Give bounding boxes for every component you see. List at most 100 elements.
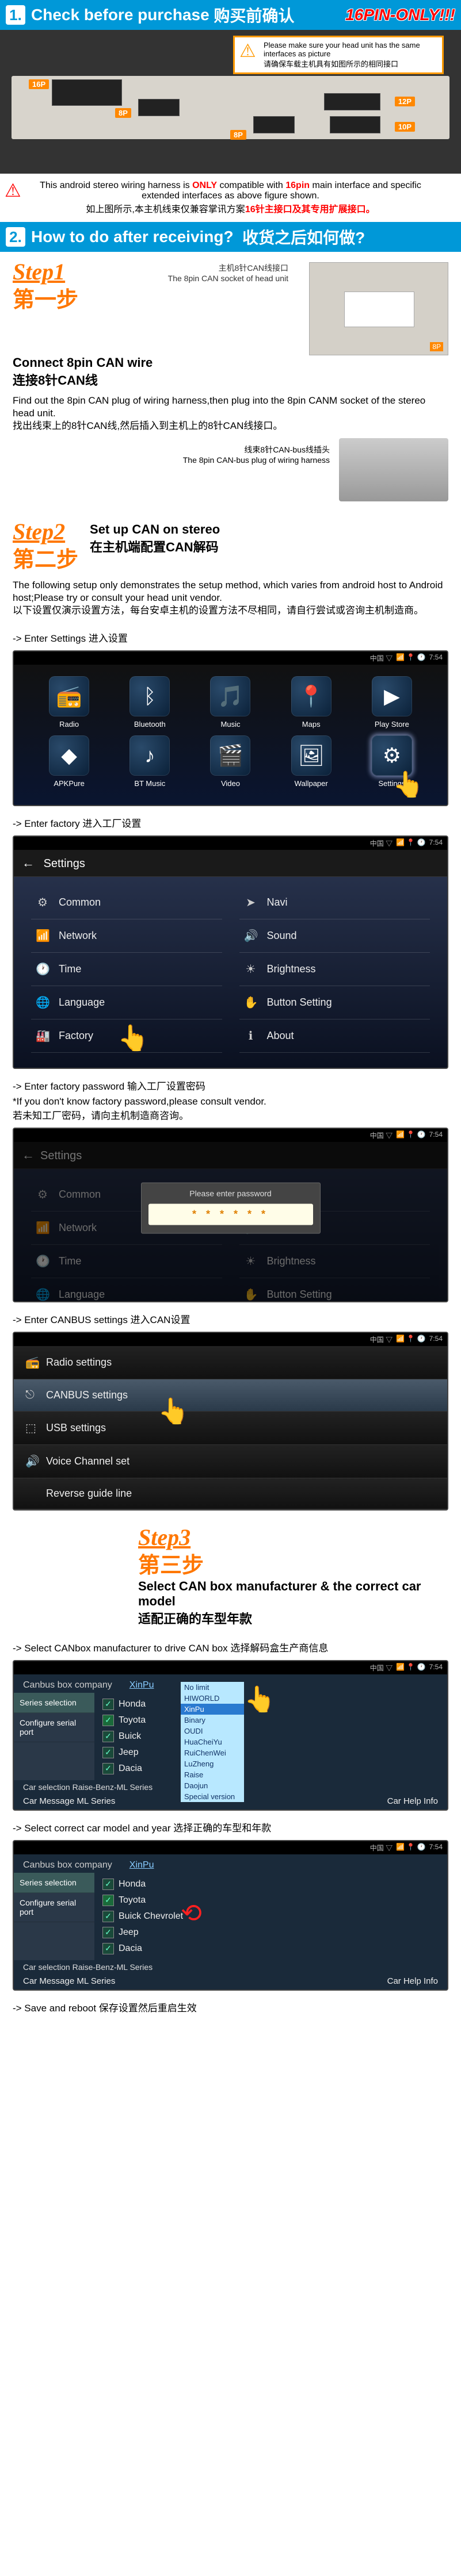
settings-row-brightness[interactable]: ☀Brightness [239,953,430,986]
label-save-reboot: -> Save and reboot 保存设置然后重启生效 [0,1998,461,2018]
network-icon: 📶 [36,929,49,943]
can-plug-image [339,438,448,501]
dropdown-option[interactable]: Special version [181,1791,244,1802]
checkbox-icon[interactable]: ✓ [102,1763,114,1774]
checkbox-icon[interactable]: ✓ [102,1731,114,1742]
dropdown-option[interactable]: LuZheng [181,1758,244,1769]
settings-row-language[interactable]: 🌐Language [31,986,222,1019]
settings-row-navi[interactable]: ➤Navi [239,886,430,919]
dropdown-option[interactable]: Daojun [181,1780,244,1791]
label-enter-settings: -> Enter Settings 进入设置 [0,628,461,648]
radio-icon: 📻 [49,676,89,716]
app-wallpaper[interactable]: 🖼Wallpaper [273,735,349,788]
bluetooth-icon: ᛒ [129,676,170,716]
settings-row-button-setting[interactable]: ✋Button Setting [239,986,430,1019]
row-radio-settings[interactable]: 📻Radio settings [14,1346,447,1379]
tab-series-selection[interactable]: Series selection [14,1873,94,1893]
app-play-store[interactable]: ▶Play Store [354,676,430,729]
dropdown-option[interactable]: RuiChenWei [181,1747,244,1758]
car-help-link[interactable]: Car Help Info [387,1796,438,1806]
app-maps[interactable]: 📍Maps [273,676,349,729]
row-voice-channel-set[interactable]: 🔊Voice Channel set [14,1445,447,1478]
tab-configure-serial[interactable]: Configure serial port [14,1893,94,1922]
settings-row-language[interactable]: 🌐Language [31,1278,222,1302]
settings-row-time[interactable]: 🕐Time [31,953,222,986]
row-usb-settings[interactable]: ⬚USB settings [14,1412,447,1445]
app-bt-music[interactable]: ♪BT Music [112,735,188,788]
settings-row-factory[interactable]: 🏭Factory [31,1019,222,1053]
settings-row-time[interactable]: 🕐Time [31,1245,222,1278]
password-input[interactable]: * * * * * * [148,1203,313,1225]
back-icon[interactable]: ← [22,856,35,871]
dropdown-option[interactable]: Binary [181,1715,244,1726]
dropdown-option[interactable]: XinPu [181,1704,244,1715]
brand-toyota[interactable]: ✓Toyota [102,1892,439,1908]
apkpure-icon: ◆ [49,735,89,776]
music-icon: 🎵 [210,676,250,716]
settings-row-brightness[interactable]: ☀Brightness [239,1245,430,1278]
checkbox-icon[interactable]: ✓ [102,1911,114,1922]
row-canbus-settings[interactable]: ⎋CANBUS settings [14,1379,447,1412]
settings-row-button-setting[interactable]: ✋Button Setting [239,1278,430,1302]
brand-honda[interactable]: ✓Honda [102,1696,439,1712]
mfr-dropdown-list[interactable]: No limitHIWORLDXinPuBinaryOUDIHuaCheiYuR… [181,1682,244,1802]
app-music[interactable]: 🎵Music [192,676,268,729]
checkbox-icon[interactable]: ✓ [102,1927,114,1938]
wallpaper-icon: 🖼 [291,735,332,776]
brand-buick-chevrolet[interactable]: ✓Buick Chevrolet [102,1908,439,1925]
status-bar: 中国 ▽📶 📍 🕐7:54 [14,651,447,665]
settings-icon: ⚙ [372,735,412,776]
step1-block: Step1 第一步 主机8针CAN线接口 The 8pin CAN socket… [0,252,461,512]
language-icon: 🌐 [36,995,49,1010]
checkbox-icon[interactable]: ✓ [102,1895,114,1906]
settings-header[interactable]: ← Settings [14,850,447,877]
car-help-link[interactable]: Car Help Info [387,1976,438,1986]
settings-row-sound[interactable]: 🔊Sound [239,919,430,953]
settings-row-common[interactable]: ⚙Common [31,886,222,919]
brand-jeep[interactable]: ✓Jeep [102,1745,439,1761]
tab-configure-serial[interactable]: Configure serial port [14,1713,94,1742]
brand-jeep[interactable]: ✓Jeep [102,1925,439,1941]
brand-buick[interactable]: ✓Buick [102,1728,439,1745]
step3-block: Step3 第三步 Select CAN box manufacturer & … [0,1517,461,1638]
factory-icon: 🏭 [36,1029,49,1043]
dropdown-option[interactable]: HuaCheiYu [181,1736,244,1747]
step3-label-cn: 第三步 [138,1547,204,1579]
app-video[interactable]: 🎬Video [192,735,268,788]
brand-toyota[interactable]: ✓Toyota [102,1712,439,1728]
section-num-2: 2. [6,227,25,247]
step2-label-cn: 第二步 [13,542,78,573]
checkbox-icon[interactable]: ✓ [102,1747,114,1758]
label-enter-factory: -> Enter factory 进入工厂设置 [0,813,461,833]
dropdown-option[interactable]: Raise [181,1769,244,1780]
row-reverse-guide-line[interactable]: Reverse guide line [14,1478,447,1509]
screen-canbus-menu: 中国 ▽📶 📍 🕐7:54 📻Radio settings⎋CANBUS set… [13,1332,448,1511]
dropdown-option[interactable]: OUDI [181,1726,244,1736]
hardware-diagram: Please make sure your head unit has the … [0,30,461,174]
app-settings[interactable]: ⚙Settings [354,735,430,788]
settings-row-network[interactable]: 📶Network [31,919,222,953]
company-dropdown[interactable]: XinPu [129,1860,154,1870]
brand-honda[interactable]: ✓Honda [102,1876,439,1892]
checkbox-icon[interactable]: ✓ [102,1943,114,1954]
brand-dacia[interactable]: ✓Dacia [102,1761,439,1777]
company-dropdown[interactable]: XinPu [129,1680,154,1690]
app-apkpure[interactable]: ◆APKPure [31,735,107,788]
step2-heading-cn: 在主机端配置CAN解码 [90,537,220,555]
dropdown-option[interactable]: HIWORLD [181,1693,244,1704]
password-dialog[interactable]: Please enter password * * * * * * [141,1182,321,1233]
compatibility-note: This android stereo wiring harness is ON… [0,174,461,222]
settings-row-about[interactable]: ℹAbout [239,1019,430,1053]
dropdown-option[interactable]: No limit [181,1682,244,1693]
app-radio[interactable]: 📻Radio [31,676,107,729]
settings-header-dim: ←Settings [14,1142,447,1169]
step1-heading-cn: 连接8针CAN线 [13,370,448,389]
tab-series-selection[interactable]: Series selection [14,1693,94,1713]
brand-dacia[interactable]: ✓Dacia [102,1941,439,1957]
checkbox-icon[interactable]: ✓ [102,1879,114,1890]
checkbox-icon[interactable]: ✓ [102,1699,114,1710]
step2-label: Step2 [13,522,78,542]
app-bluetooth[interactable]: ᛒBluetooth [112,676,188,729]
warning-ensure-interface: Please make sure your head unit has the … [233,36,444,74]
checkbox-icon[interactable]: ✓ [102,1715,114,1726]
